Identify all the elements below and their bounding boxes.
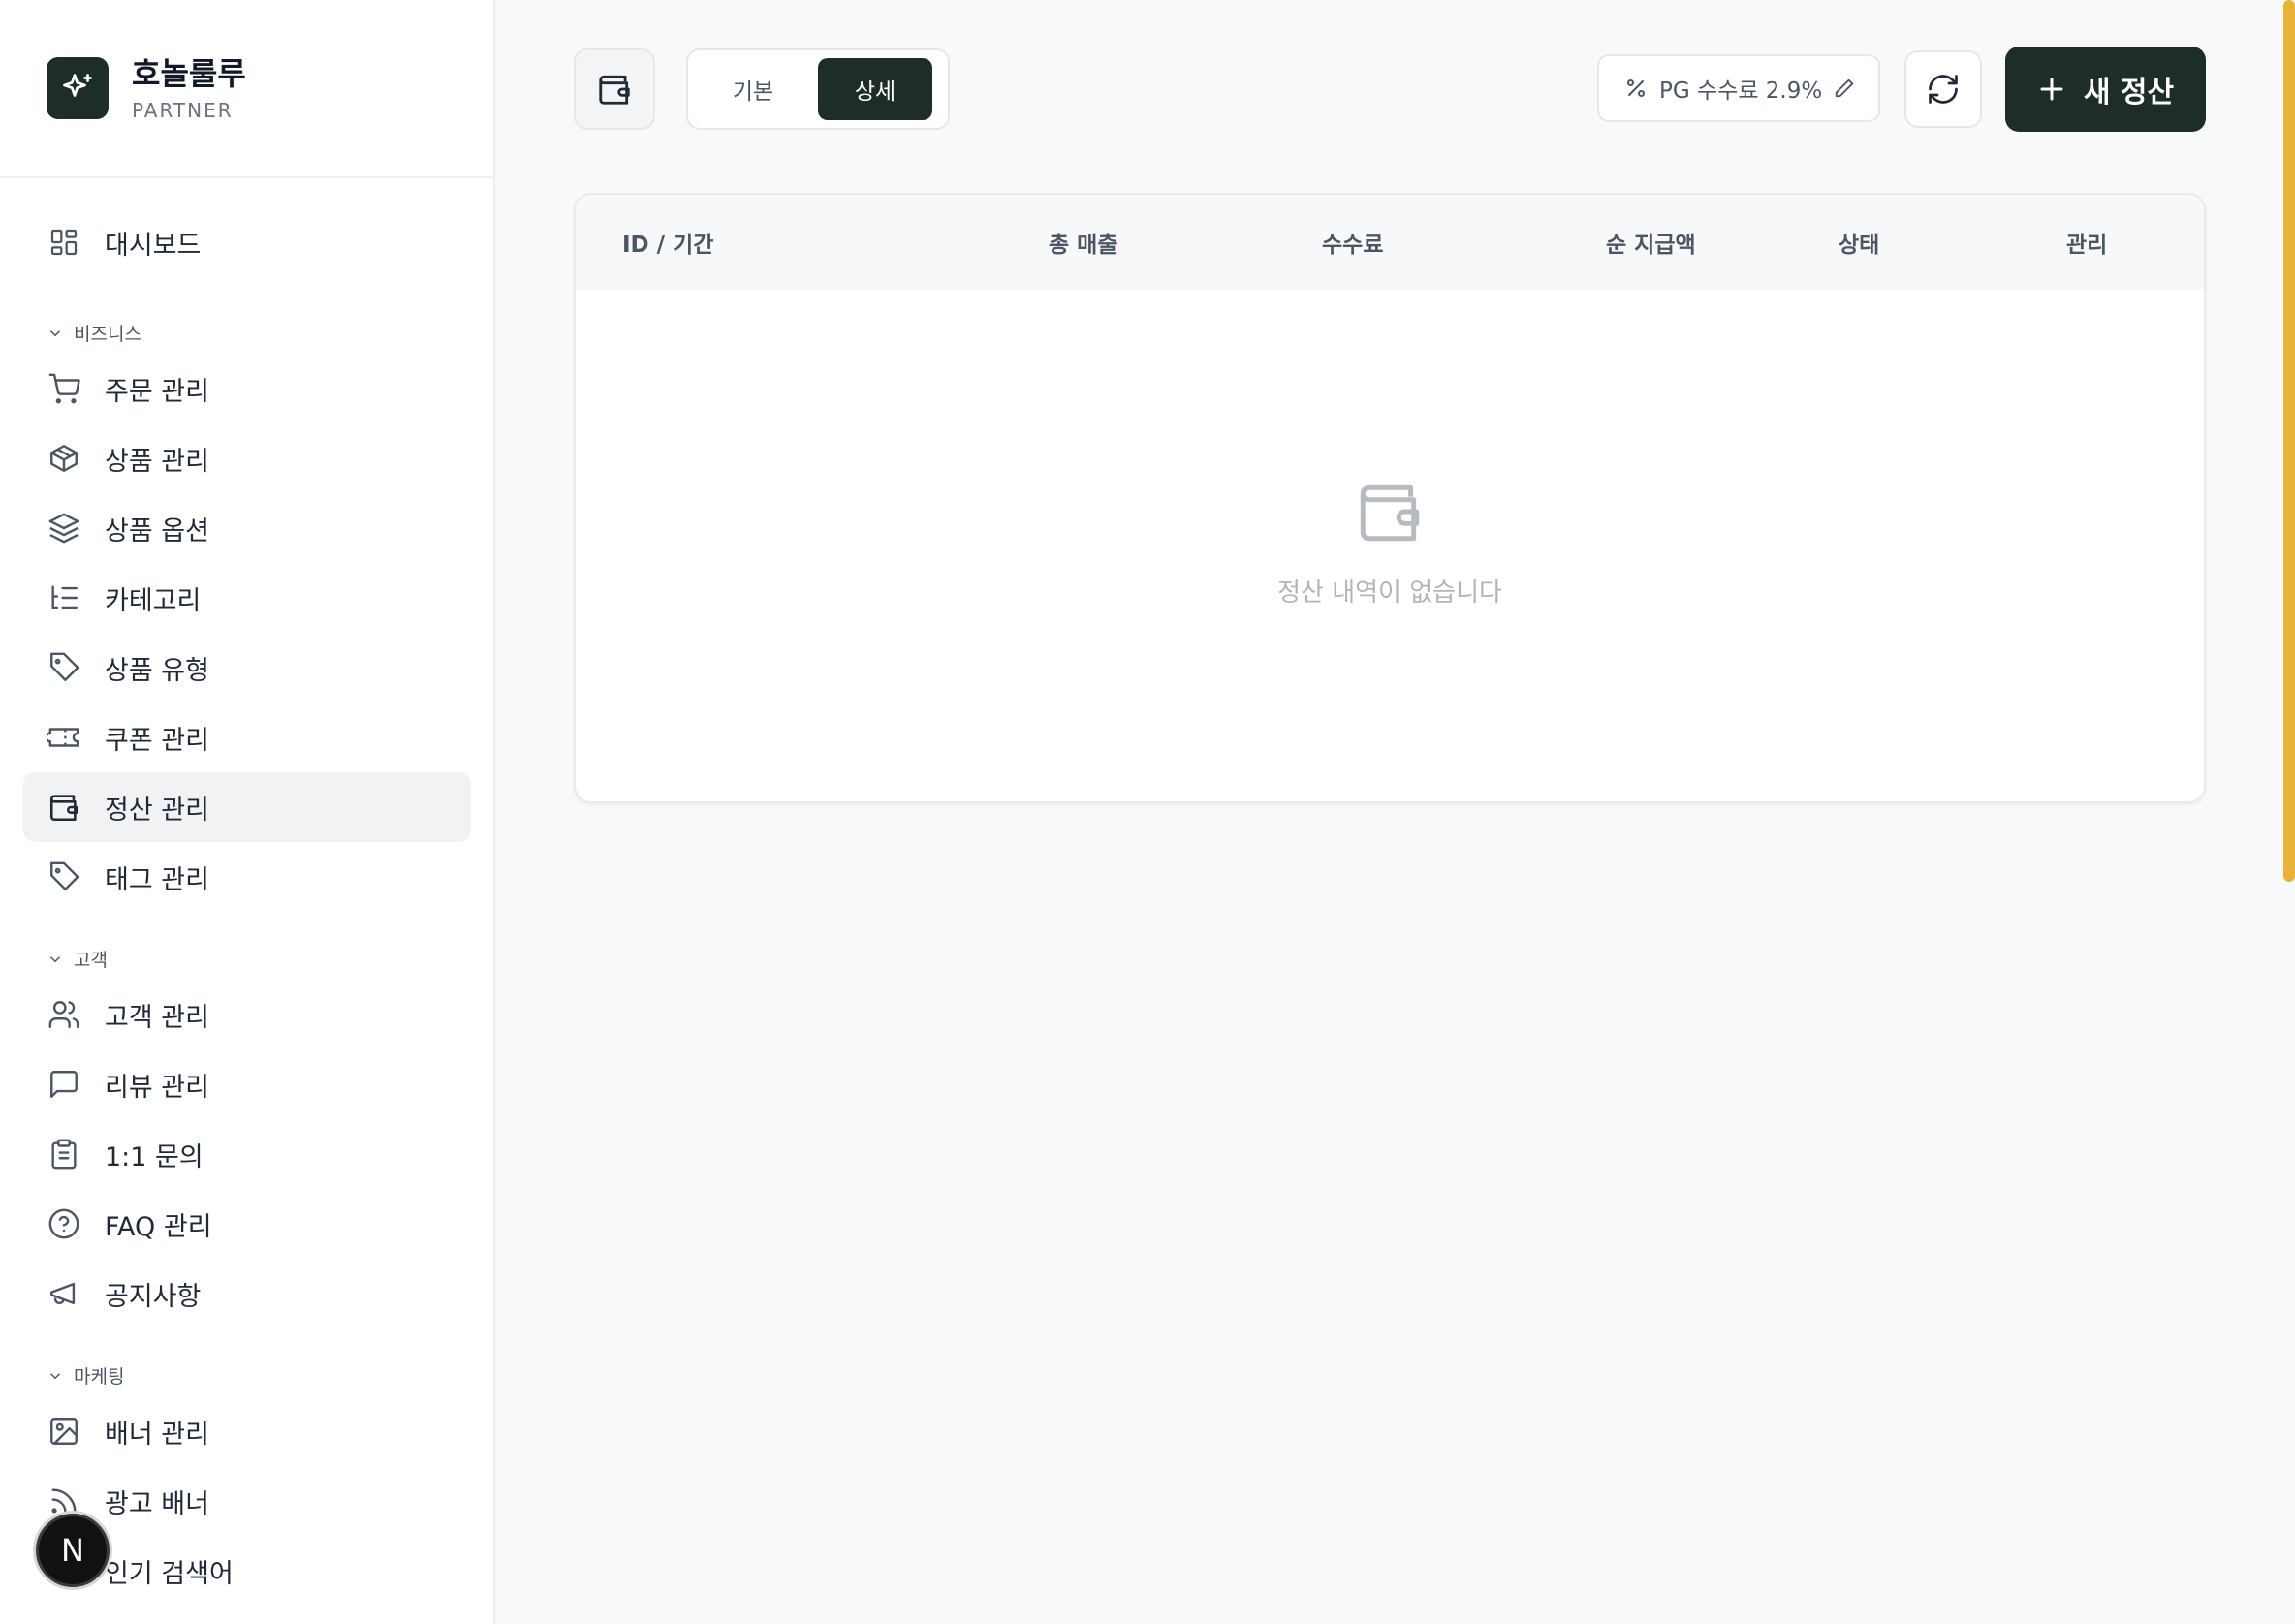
column-header-total-sales[interactable]: 총 매출 — [1049, 195, 1118, 290]
sidebar-item-label: 인기 검색어 — [105, 1558, 234, 1589]
brand-title: 호놀룰루 — [132, 55, 246, 92]
sidebar-item-categories[interactable]: 카테고리 — [23, 563, 471, 633]
megaphone-icon — [47, 1276, 81, 1311]
brand-logo[interactable] — [47, 57, 109, 119]
sidebar-item-inquiries[interactable]: 1:1 문의 — [23, 1119, 471, 1189]
sidebar-item-label: 상품 관리 — [105, 446, 209, 477]
view-basic-button[interactable]: 기본 — [696, 58, 810, 120]
help-circle-icon — [47, 1206, 81, 1241]
view-mode-toggle: 기본 상세 — [686, 48, 950, 130]
chevron-down-icon — [49, 955, 61, 962]
new-settlement-button[interactable]: 새 정산 — [2005, 47, 2206, 132]
nav-group-business[interactable]: 비즈니스 — [47, 320, 141, 346]
new-settlement-label: 새 정산 — [2083, 76, 2175, 109]
sidebar-item-faq[interactable]: FAQ 관리 — [23, 1189, 471, 1259]
sidebar: 호놀룰루 PARTNER 대시보드 비즈니스 주문 관리 상품 관리 상품 옵션 — [0, 0, 495, 1624]
brand-header: 호놀룰루 PARTNER — [0, 0, 493, 178]
percent-icon — [1627, 79, 1645, 97]
sidebar-item-label: 태그 관리 — [105, 864, 209, 895]
empty-state-text: 정산 내역이 없습니다 — [1277, 578, 1502, 608]
chevron-down-icon — [49, 1372, 61, 1379]
sidebar-item-label: 쿠폰 관리 — [105, 725, 209, 756]
column-header-status[interactable]: 상태 — [1839, 195, 1879, 290]
column-header-id-period[interactable]: ID / 기간 — [622, 195, 713, 290]
column-header-fee[interactable]: 수수료 — [1322, 195, 1383, 290]
brand-subtitle: PARTNER — [132, 99, 234, 122]
table-header: ID / 기간 총 매출 수수료 순 지급액 상태 관리 — [576, 195, 2204, 290]
sidebar-item-label: 주문 관리 — [105, 376, 209, 407]
pg-fee-button[interactable]: PG 수수료 2.9% — [1597, 54, 1880, 122]
nav-group-label: 고객 — [74, 950, 108, 971]
sidebar-item-coupons[interactable]: 쿠폰 관리 — [23, 703, 471, 772]
dev-tools-button[interactable]: N — [36, 1514, 110, 1587]
chevron-down-icon — [49, 329, 61, 336]
sidebar-item-settlements[interactable]: 정산 관리 — [23, 772, 471, 842]
nav-group-label: 비즈니스 — [74, 324, 141, 345]
wallet-icon — [599, 75, 630, 105]
empty-state: 정산 내역이 없습니다 — [576, 476, 2204, 609]
sidebar-item-label: FAQ 관리 — [105, 1211, 212, 1242]
refresh-button[interactable] — [1904, 50, 1982, 128]
dashboard-icon — [47, 225, 81, 260]
nav-group-marketing[interactable]: 마케팅 — [47, 1362, 124, 1389]
sidebar-item-label: 1:1 문의 — [105, 1141, 204, 1172]
sidebar-item-label: 배너 관리 — [105, 1419, 209, 1450]
package-icon — [47, 441, 81, 476]
sidebar-item-label: 리뷰 관리 — [105, 1072, 209, 1103]
sidebar-item-label: 정산 관리 — [105, 795, 209, 826]
sidebar-item-label: 상품 옵션 — [105, 515, 209, 547]
pencil-icon — [1836, 78, 1854, 98]
sidebar-item-banners[interactable]: 배너 관리 — [23, 1396, 471, 1466]
sidebar-item-dashboard[interactable]: 대시보드 — [23, 207, 471, 277]
tag-icon — [47, 650, 81, 685]
sidebar-item-products[interactable]: 상품 관리 — [23, 423, 471, 493]
clipboard-icon — [47, 1137, 81, 1171]
users-icon — [47, 997, 81, 1032]
sidebar-item-reviews[interactable]: 리뷰 관리 — [23, 1049, 471, 1119]
wallet-icon — [47, 790, 81, 825]
view-detail-button[interactable]: 상세 — [818, 58, 932, 120]
tag-icon — [47, 859, 81, 894]
image-icon — [47, 1414, 81, 1449]
sidebar-item-orders[interactable]: 주문 관리 — [23, 354, 471, 423]
sidebar-item-product-options[interactable]: 상품 옵션 — [23, 493, 471, 563]
column-header-net-payout[interactable]: 순 지급액 — [1606, 195, 1696, 290]
nav-group-label: 마케팅 — [74, 1366, 125, 1388]
sidebar-item-label: 대시보드 — [105, 230, 202, 261]
sidebar-item-tags[interactable]: 태그 관리 — [23, 842, 471, 912]
sidebar-item-customers[interactable]: 고객 관리 — [23, 980, 471, 1049]
pg-fee-label: PG 수수료 2.9% — [1659, 78, 1823, 104]
message-icon — [47, 1067, 81, 1102]
sidebar-item-notices[interactable]: 공지사항 — [23, 1259, 471, 1328]
sidebar-item-label: 카테고리 — [105, 585, 202, 616]
sparkles-icon — [63, 74, 92, 97]
scrollbar[interactable] — [2283, 0, 2295, 882]
sidebar-item-label: 상품 유형 — [105, 655, 209, 686]
layers-icon — [47, 511, 81, 546]
sidebar-item-label: 고객 관리 — [105, 1002, 209, 1033]
sidebar-item-label: 광고 배너 — [105, 1488, 209, 1519]
sidebar-item-product-types[interactable]: 상품 유형 — [23, 633, 471, 703]
nav-group-customers[interactable]: 고객 — [47, 946, 108, 972]
cart-icon — [47, 371, 81, 406]
refresh-icon — [1929, 75, 1958, 104]
plus-icon — [2040, 78, 2063, 101]
wallet-icon — [1360, 484, 1420, 542]
wallet-view-button[interactable] — [574, 48, 655, 130]
settlement-table: ID / 기간 총 매출 수수료 순 지급액 상태 관리 정산 내역이 없습니다 — [574, 193, 2206, 803]
ticket-icon — [47, 720, 81, 755]
list-tree-icon — [47, 580, 81, 615]
column-header-actions[interactable]: 관리 — [2066, 195, 2107, 290]
sidebar-item-label: 공지사항 — [105, 1281, 202, 1312]
